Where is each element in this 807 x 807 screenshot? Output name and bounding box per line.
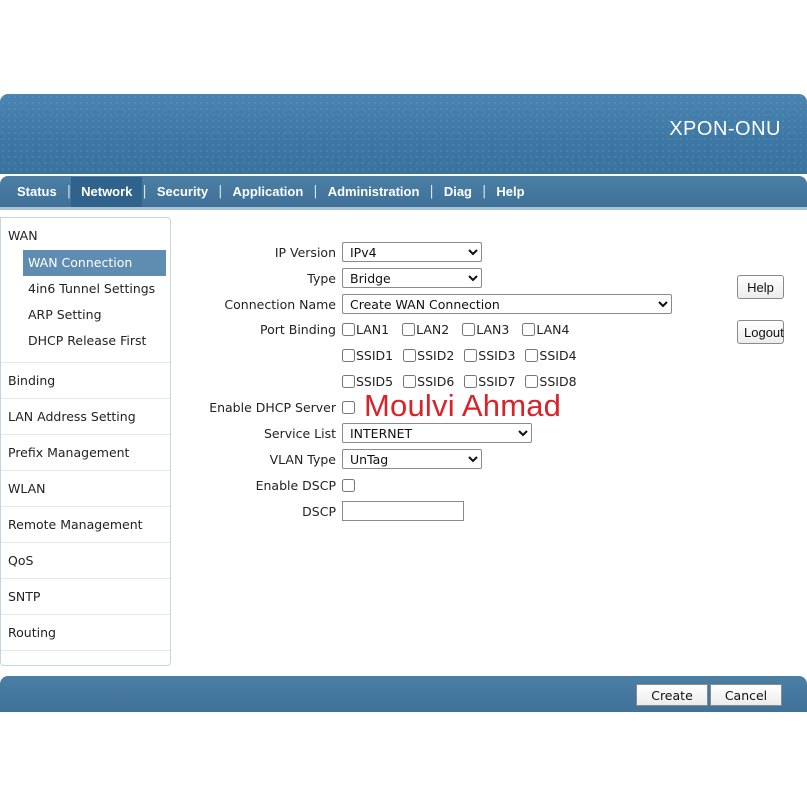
sidebar-item-4in6-tunnel[interactable]: 4in6 Tunnel Settings — [23, 276, 166, 302]
ssid2-checkbox[interactable]: SSID2 — [403, 348, 454, 363]
ssid3-checkbox[interactable]: SSID3 — [464, 348, 515, 363]
ssid6-checkbox[interactable]: SSID6 — [403, 374, 454, 389]
footer-bar: Create Cancel — [0, 676, 807, 712]
ssid7-checkbox[interactable]: SSID7 — [464, 374, 515, 389]
cancel-button[interactable]: Cancel — [710, 684, 782, 706]
sidebar-group-lan-address[interactable]: LAN Address Setting — [1, 399, 170, 435]
ip-version-select[interactable]: IPv4 — [342, 242, 482, 262]
ssid4-checkbox[interactable]: SSID4 — [525, 348, 577, 363]
type-label: Type — [307, 270, 336, 286]
row-ip-version: IP Version IPv4 — [180, 240, 482, 264]
sidebar-item-dhcp-release[interactable]: DHCP Release First — [23, 328, 166, 354]
vlan-type-select[interactable]: UnTag — [342, 449, 482, 469]
enable-dhcp-server-label: Enable DHCP Server — [209, 399, 336, 415]
nav-security[interactable]: Security — [147, 177, 218, 207]
sidebar-group-binding[interactable]: Binding — [1, 363, 170, 399]
port-binding-label: Port Binding — [260, 321, 336, 337]
watermark-text: Moulvi Ahmad — [364, 388, 562, 423]
nav-help[interactable]: Help — [486, 177, 534, 207]
ssid5-checkbox[interactable]: SSID5 — [342, 374, 393, 389]
sidebar-group-wan[interactable]: WAN — [1, 218, 170, 250]
type-select[interactable]: Bridge — [342, 268, 482, 288]
row-vlan-type: VLAN Type UnTag — [180, 447, 482, 471]
lan4-checkbox[interactable]: LAN4 — [522, 322, 569, 337]
sidebar-group-remote[interactable]: Remote Management — [1, 507, 170, 543]
row-service-list: Service List INTERNET — [180, 421, 532, 445]
connection-name-label: Connection Name — [224, 296, 336, 312]
ssid1-checkbox[interactable]: SSID1 — [342, 348, 393, 363]
logout-button[interactable]: Logout — [737, 320, 784, 344]
top-banner: XPON-ONU — [0, 94, 807, 174]
main-nav: Status | Network | Security | Applicatio… — [0, 176, 807, 210]
enable-dscp-label: Enable DSCP — [255, 477, 336, 493]
row-enable-dhcp-server: Enable DHCP Server — [180, 395, 366, 419]
help-button[interactable]: Help — [737, 275, 784, 299]
nav-diag[interactable]: Diag — [434, 177, 482, 207]
sidebar-item-arp-setting[interactable]: ARP Setting — [23, 302, 166, 328]
sidebar-group-sntp[interactable]: SNTP — [1, 579, 170, 615]
sidebar-item-wan-connection[interactable]: WAN Connection — [23, 250, 166, 276]
service-list-select[interactable]: INTERNET — [342, 423, 532, 443]
enable-dscp-checkbox[interactable] — [342, 478, 356, 492]
sidebar-group-routing[interactable]: Routing — [1, 615, 170, 651]
service-list-label: Service List — [263, 425, 336, 441]
dscp-label: DSCP — [302, 503, 336, 519]
nav-status[interactable]: Status — [7, 177, 67, 207]
lan1-checkbox[interactable]: LAN1 — [342, 322, 389, 337]
dscp-input[interactable] — [342, 501, 464, 521]
sidebar-group-qos[interactable]: QoS — [1, 543, 170, 579]
nav-application[interactable]: Application — [223, 177, 314, 207]
sidebar-menu: WAN WAN Connection 4in6 Tunnel Settings … — [0, 217, 171, 666]
brand-title: XPON-ONU — [669, 118, 781, 140]
sidebar-wan-submenu: WAN Connection 4in6 Tunnel Settings ARP … — [1, 250, 170, 363]
lan2-checkbox[interactable]: LAN2 — [402, 322, 449, 337]
row-port-binding-lan: Port Binding LAN1 LAN2 LAN3 LAN4 — [180, 317, 582, 341]
row-dscp: DSCP — [180, 499, 464, 523]
row-connection-name: Connection Name Create WAN Connection — [180, 292, 672, 316]
sidebar-group-wlan[interactable]: WLAN — [1, 471, 170, 507]
enable-dhcp-server-checkbox[interactable] — [342, 400, 356, 414]
sidebar-group-prefix[interactable]: Prefix Management — [1, 435, 170, 471]
row-enable-dscp: Enable DSCP — [180, 473, 366, 497]
connection-name-select[interactable]: Create WAN Connection — [342, 294, 672, 314]
ssid8-checkbox[interactable]: SSID8 — [525, 374, 577, 389]
row-type: Type Bridge — [180, 266, 482, 290]
row-ssid-1-4: SSID1 SSID2 SSID3 SSID4 — [180, 343, 587, 367]
nav-administration[interactable]: Administration — [318, 177, 430, 207]
ip-version-label: IP Version — [274, 244, 336, 260]
nav-network[interactable]: Network — [71, 176, 143, 207]
vlan-type-label: VLAN Type — [269, 451, 336, 467]
create-button[interactable]: Create — [636, 684, 708, 706]
lan3-checkbox[interactable]: LAN3 — [462, 322, 509, 337]
